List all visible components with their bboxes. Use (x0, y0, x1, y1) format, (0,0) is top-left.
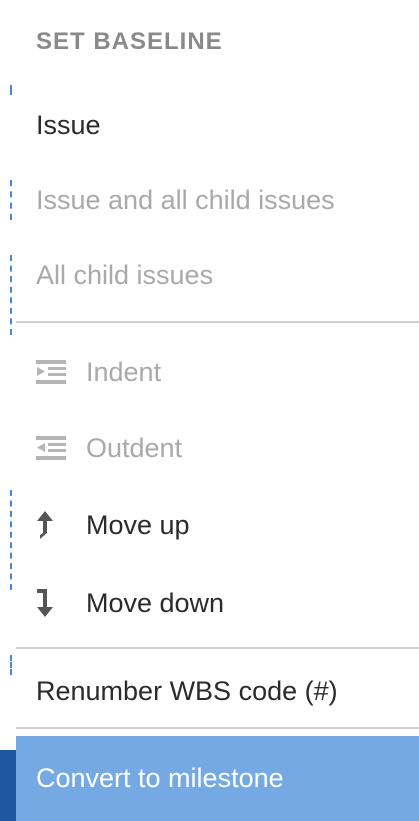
menu-section-header: SET BASELINE (36, 28, 223, 55)
menu-item-label: Move down (86, 587, 225, 618)
menu-item-label: Renumber WBS code (#) (36, 675, 338, 706)
dashed-connector (10, 490, 12, 590)
context-menu: SET BASELINE Issue Issue and all child i… (16, 0, 419, 821)
dashed-connector (10, 255, 12, 335)
menu-item-indent: Indent (16, 342, 419, 402)
menu-item-baseline-child-issues: All child issues (16, 245, 419, 305)
menu-item-label: Convert to milestone (36, 763, 284, 793)
dashed-connector (10, 85, 12, 95)
menu-item-move-down[interactable]: Move down (16, 573, 419, 633)
menu-item-label: Issue and all child issues (36, 184, 335, 215)
selected-row-marker (0, 750, 16, 821)
menu-item-label: Indent (86, 356, 162, 387)
menu-item-label: Move up (86, 509, 190, 540)
menu-item-baseline-issue-and-children: Issue and all child issues (16, 170, 419, 230)
menu-item-outdent: Outdent (16, 418, 419, 478)
menu-item-renumber-wbs[interactable]: Renumber WBS code (#) (16, 661, 419, 721)
background-page-strip (0, 0, 16, 821)
menu-divider (16, 321, 419, 323)
menu-divider (16, 727, 419, 729)
menu-item-label: Issue (36, 109, 101, 140)
outdent-icon (16, 436, 86, 460)
arrow-up-icon (16, 511, 86, 539)
menu-item-move-up[interactable]: Move up (16, 495, 419, 555)
indent-icon (16, 360, 86, 384)
menu-item-label: Outdent (86, 432, 183, 463)
menu-item-convert-to-milestone[interactable]: Convert to milestone (16, 736, 419, 821)
menu-item-label: All child issues (36, 259, 214, 290)
menu-item-baseline-issue[interactable]: Issue (16, 95, 419, 155)
menu-divider (16, 647, 419, 649)
dashed-connector (10, 180, 12, 220)
arrow-down-icon (16, 589, 86, 617)
dashed-connector (10, 655, 12, 675)
